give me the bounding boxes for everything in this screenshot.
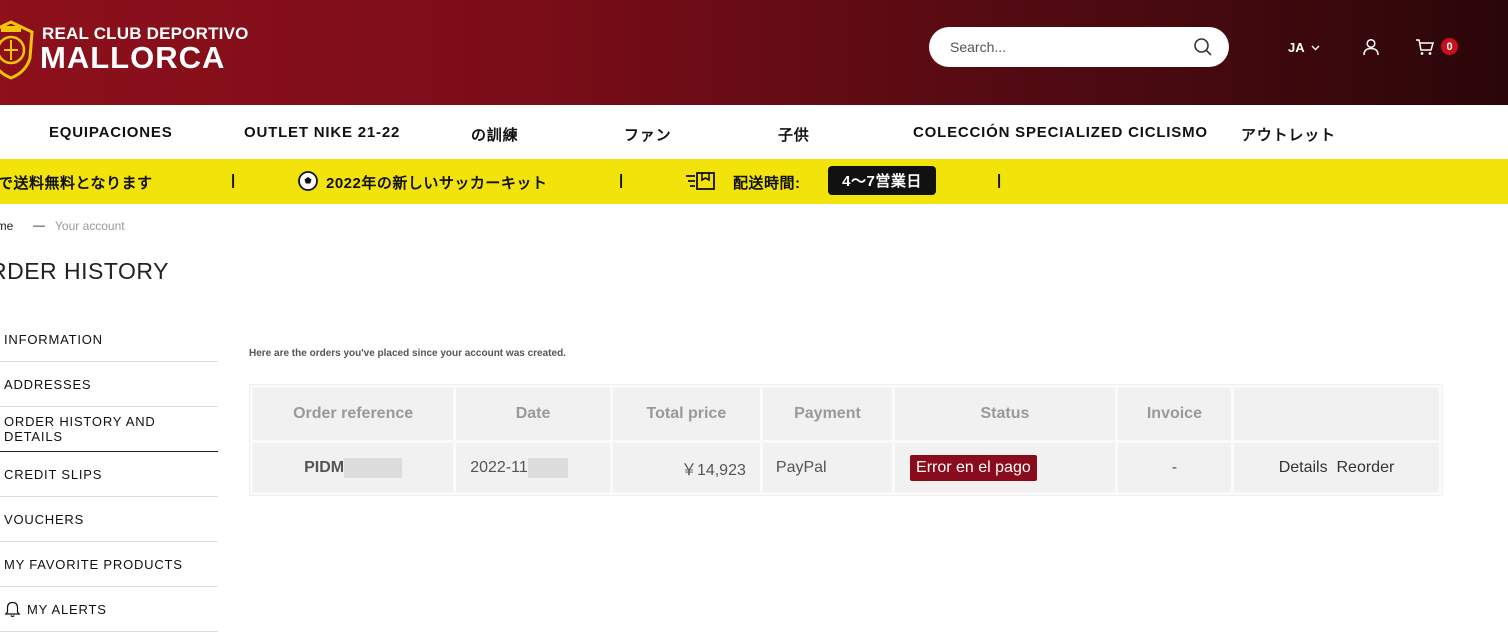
order-payment: PayPal [762,443,893,492]
nav-item-specialized[interactable]: COLECCIÓN SPECIALIZED CICLISMO [913,124,1208,141]
column-header-date: Date [456,388,610,440]
free-shipping-text: で送料無料となります [0,175,153,192]
column-header-total-price: Total price [612,388,760,440]
nav-item-outlet[interactable]: アウトレット [1241,124,1336,145]
sidebar-item-vouchers[interactable]: VOUCHERS [0,497,218,542]
promo-separator: | [231,172,236,189]
bell-icon [4,601,21,617]
brand-name-main[interactable]: MALLORCA [40,40,225,76]
search-icon[interactable] [1193,37,1213,57]
language-selector[interactable]: JA [1288,40,1320,55]
promo-bar: で送料無料となります | 2022年の新しいサッカーキット | 配送時間: | [0,159,1508,204]
order-reference: PIDM [304,458,345,476]
redacted-block [527,457,568,478]
breadcrumb-current: Your account [55,219,125,233]
promo-separator: | [619,172,624,189]
sidebar-item-label: CREDIT SLIPS [4,466,103,482]
status-badge: Error en el pago [910,454,1037,481]
cart-icon[interactable] [1415,38,1434,56]
account-sidebar: INFORMATION ADDRESSES ORDER HISTORY AND … [0,317,218,632]
new-kit-text: 2022年の新しいサッカーキット [326,175,548,192]
breadcrumb-separator: — [33,218,45,232]
sidebar-item-label: ADDRESSES [4,376,92,392]
sidebar-item-order-history[interactable]: ORDER HISTORY AND DETAILS [0,407,218,452]
order-reference-cell: PIDM [253,443,454,492]
orders-intro-text: Here are the orders you've placed since … [249,348,566,359]
delivery-label: 配送時間: [733,175,801,192]
reorder-link[interactable]: Reorder [1337,459,1395,476]
nav-item-fans[interactable]: ファン [624,124,671,145]
promo-separator: | [997,172,1002,189]
sidebar-item-label: INFORMATION [4,331,103,347]
column-header-payment: Payment [762,388,893,440]
table-header-row: Order reference Date Total price Payment… [253,388,1439,440]
sidebar-item-credit-slips[interactable]: CREDIT SLIPS [0,452,218,497]
delivery-time-badge: 4〜7営業日 [828,166,936,195]
main-navigation: EQUIPACIONES OUTLET NIKE 21-22 の訓練 ファン 子… [0,105,1508,159]
site-header: REAL CLUB DEPORTIVO MALLORCA JA 0 [0,0,1508,105]
order-status-cell: Error en el pago [895,443,1115,492]
cart-count-badge[interactable]: 0 [1441,38,1458,55]
order-invoice: - [1117,443,1232,492]
orders-table: Order reference Date Total price Payment… [249,384,1443,496]
order-actions-cell: Details Reorder [1234,443,1439,492]
sidebar-item-addresses[interactable]: ADDRESSES [0,362,218,407]
user-account-icon[interactable] [1362,38,1380,56]
column-header-invoice: Invoice [1117,388,1232,440]
column-header-order-reference: Order reference [253,388,454,440]
sidebar-item-favorite-products[interactable]: MY FAVORITE PRODUCTS [0,542,218,587]
search-bar [929,27,1229,67]
sidebar-item-label: ORDER HISTORY AND DETAILS [4,414,156,444]
chevron-down-icon [1311,45,1320,50]
redacted-block [344,457,403,478]
column-header-actions [1234,388,1439,440]
nav-item-kids[interactable]: 子供 [778,124,810,145]
order-date: 2022-11 [470,458,528,476]
delivery-box-icon [686,172,715,190]
order-date-cell: 2022-11 [456,443,610,492]
language-code: JA [1288,40,1305,55]
search-input[interactable] [950,39,1193,55]
page-title: RDER HISTORY [0,258,169,284]
sidebar-item-label: VOUCHERS [4,511,85,527]
sidebar-item-alerts[interactable]: MY ALERTS [0,587,218,632]
nav-item-outlet-nike[interactable]: OUTLET NIKE 21-22 [244,124,400,141]
details-link[interactable]: Details [1279,459,1328,476]
soccer-ball-icon [298,171,318,191]
breadcrumb-home-link[interactable]: ome [0,219,13,233]
sidebar-item-label: MY ALERTS [27,601,107,617]
club-crest-icon[interactable] [0,18,36,80]
sidebar-item-information[interactable]: INFORMATION [0,317,218,362]
column-header-status: Status [895,388,1115,440]
sidebar-item-label: MY FAVORITE PRODUCTS [4,556,183,572]
order-total: ￥14,923 [612,443,760,492]
nav-item-equipaciones[interactable]: EQUIPACIONES [49,124,173,141]
table-row: PIDM 2022-11 ￥14,923 PayPal Error en el … [253,443,1439,492]
nav-item-training[interactable]: の訓練 [471,124,518,145]
